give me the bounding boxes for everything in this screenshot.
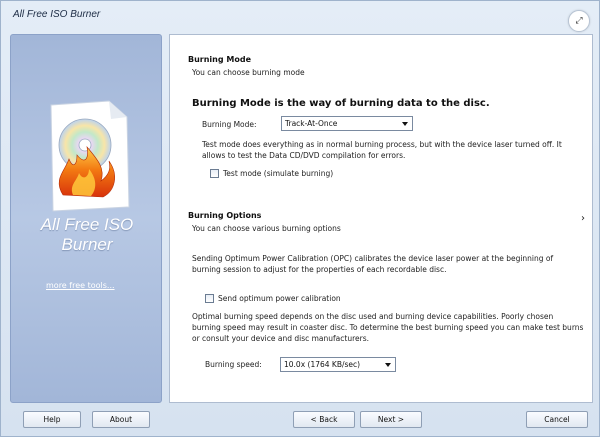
burning-mode-label: Burning Mode:	[202, 120, 257, 129]
opc-checkbox-label: Send optimum power calibration	[218, 294, 341, 303]
burning-speed-label: Burning speed:	[205, 360, 262, 369]
opc-checkbox[interactable]	[205, 294, 214, 303]
back-button[interactable]: < Back	[293, 411, 355, 428]
window-title: All Free ISO Burner	[13, 9, 101, 20]
more-free-tools-link[interactable]: more free tools...	[46, 281, 115, 290]
content-panel: Burning Mode You can choose burning mode…	[169, 34, 593, 403]
burning-options-subtitle: You can choose various burning options	[192, 224, 341, 233]
about-button[interactable]: About	[92, 411, 150, 428]
cancel-button[interactable]: Cancel	[526, 411, 588, 428]
opc-option[interactable]: Send optimum power calibration	[205, 294, 341, 303]
burning-disc-logo-icon	[50, 100, 130, 212]
chevron-right-icon[interactable]: ›	[581, 213, 585, 224]
burning-speed-select[interactable]: 10.0x (1764 KB/sec)	[280, 357, 396, 372]
brand-name: All Free ISO Burner	[11, 215, 163, 255]
test-mode-checkbox[interactable]	[210, 169, 219, 178]
burning-mode-select[interactable]: Track-At-Once	[281, 116, 413, 131]
speed-description: Optimal burning speed depends on the dis…	[192, 312, 584, 343]
burning-options-title: Burning Options	[188, 211, 262, 220]
help-button[interactable]: Help	[23, 411, 81, 428]
burning-mode-subtitle: You can choose burning mode	[192, 68, 305, 77]
burning-mode-headline: Burning Mode is the way of burning data …	[192, 98, 490, 109]
chevron-down-icon	[385, 363, 391, 367]
chevron-down-icon	[402, 122, 408, 126]
brand-line-1: All Free ISO	[40, 215, 134, 234]
title-bar: All Free ISO Burner ⤢	[1, 1, 599, 32]
opc-description: Sending Optimum Power Calibration (OPC) …	[192, 254, 554, 274]
expand-icon[interactable]: ⤢	[568, 10, 590, 32]
app-window: All Free ISO Burner ⤢ All Free ISO Burne…	[0, 0, 600, 437]
burning-mode-title: Burning Mode	[188, 55, 251, 64]
test-mode-checkbox-label: Test mode (simulate burning)	[223, 169, 334, 178]
test-mode-description: Test mode does everything as in normal b…	[202, 140, 562, 160]
brand-line-2: Burner	[61, 235, 113, 254]
sidebar-panel: All Free ISO Burner more free tools...	[10, 34, 162, 403]
test-mode-option[interactable]: Test mode (simulate burning)	[210, 169, 333, 178]
burning-speed-select-value: 10.0x (1764 KB/sec)	[284, 360, 361, 369]
next-button[interactable]: Next >	[360, 411, 422, 428]
burning-mode-select-value: Track-At-Once	[285, 119, 338, 128]
